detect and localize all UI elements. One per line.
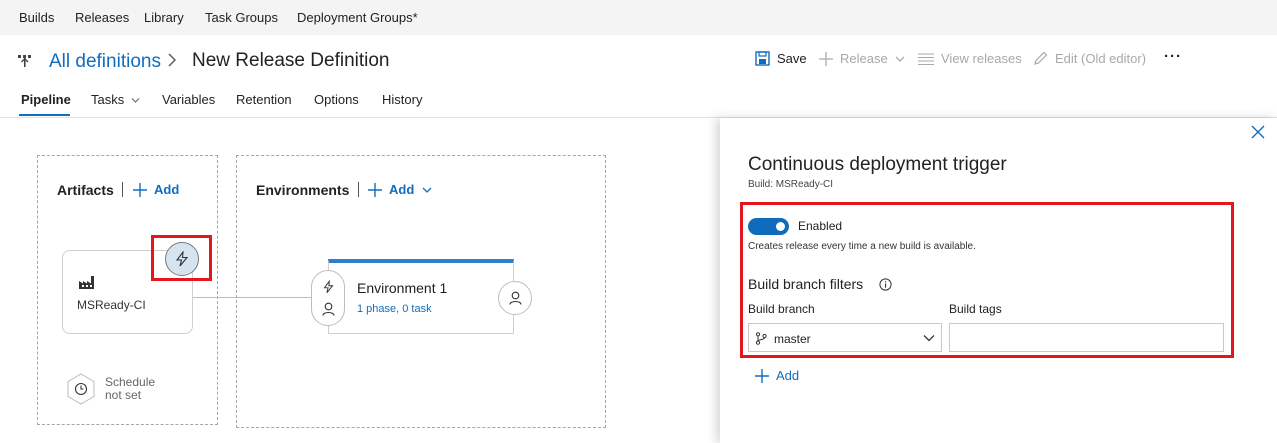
tab-retention[interactable]: Retention	[236, 92, 292, 107]
build-factory-icon	[79, 276, 94, 289]
branch-filters-title: Build branch filters	[748, 276, 864, 292]
add-environment-button[interactable]: Add	[368, 182, 439, 197]
release-button[interactable]: Release	[819, 51, 905, 66]
divider	[122, 182, 123, 197]
chevron-down-icon	[895, 56, 905, 62]
panel-title: Continuous deployment trigger	[748, 154, 1007, 175]
build-branch-label: Build branch	[748, 302, 815, 316]
environment-name: Environment 1	[357, 280, 448, 296]
release-pipeline-icon	[18, 55, 31, 67]
user-approval-icon	[322, 302, 335, 316]
lightning-trigger-icon	[175, 251, 189, 267]
git-branch-icon	[755, 332, 767, 345]
nav-task-groups[interactable]: Task Groups	[205, 10, 278, 25]
list-icon	[918, 52, 934, 65]
post-deployment-conditions-button[interactable]	[498, 281, 532, 315]
add-artifact-button[interactable]: Add	[133, 182, 179, 197]
panel-subtitle: Build: MSReady-CI	[748, 179, 834, 190]
add-environment-label: Add	[389, 182, 415, 197]
edit-old-editor-button[interactable]: Edit (Old editor)	[1033, 51, 1146, 66]
more-icon: ···	[1164, 48, 1182, 65]
toggle-knob	[776, 222, 785, 231]
tab-tasks[interactable]: Tasks	[91, 92, 140, 107]
plus-icon	[755, 368, 769, 383]
save-button[interactable]: Save	[755, 51, 807, 66]
user-approval-icon	[508, 291, 522, 305]
nav-library[interactable]: Library	[144, 10, 184, 25]
tab-variables[interactable]: Variables	[162, 92, 215, 107]
edit-old-editor-label: Edit (Old editor)	[1055, 51, 1147, 66]
plus-icon	[133, 182, 147, 197]
schedule-icon[interactable]	[66, 373, 96, 405]
tab-history[interactable]: History	[382, 92, 422, 107]
environment-card[interactable]	[328, 259, 514, 334]
build-tags-label: Build tags	[949, 302, 1002, 316]
plus-icon	[819, 51, 833, 66]
enabled-description: Creates release every time a new build i…	[748, 241, 976, 252]
schedule-status[interactable]: Schedule not set	[105, 376, 175, 402]
view-releases-label: View releases	[941, 51, 1022, 66]
pre-deployment-conditions-button[interactable]	[311, 270, 345, 326]
nav-deployment-groups[interactable]: Deployment Groups*	[297, 10, 418, 25]
chevron-down-icon	[131, 98, 140, 103]
more-actions-button[interactable]: ···	[1164, 48, 1182, 65]
environments-title: Environments	[256, 182, 350, 198]
nav-releases[interactable]: Releases	[75, 10, 129, 25]
divider	[358, 182, 359, 197]
pencil-icon	[1034, 51, 1048, 65]
build-tags-input[interactable]	[949, 323, 1224, 352]
close-icon[interactable]	[1251, 125, 1265, 139]
info-icon[interactable]	[879, 278, 892, 291]
add-artifact-label: Add	[154, 182, 180, 197]
artifacts-title: Artifacts	[57, 182, 114, 198]
chevron-down-icon	[923, 335, 935, 342]
environment-summary-link[interactable]: 1 phase, 0 task	[357, 303, 432, 315]
release-label: Release	[840, 51, 888, 66]
active-tab-indicator	[19, 114, 70, 116]
tab-options[interactable]: Options	[314, 92, 359, 107]
breadcrumb-all-definitions[interactable]: All definitions	[49, 51, 161, 73]
nav-builds[interactable]: Builds	[19, 10, 54, 25]
save-label: Save	[777, 51, 807, 66]
build-branch-select[interactable]: master	[748, 323, 942, 352]
chevron-down-icon	[422, 187, 432, 193]
artifact-name: MSReady-CI	[77, 298, 146, 312]
build-branch-value: master	[774, 332, 811, 346]
lightning-trigger-icon	[323, 280, 334, 293]
continuous-deployment-trigger-button[interactable]	[165, 242, 199, 276]
chevron-right-icon	[168, 53, 176, 67]
top-nav: Builds Releases Library Task Groups Depl…	[0, 0, 1277, 35]
add-branch-filter-label: Add	[776, 368, 800, 383]
plus-icon	[368, 182, 382, 197]
save-icon	[755, 51, 770, 66]
view-releases-button[interactable]: View releases	[918, 51, 1022, 66]
enabled-toggle[interactable]	[748, 218, 789, 235]
tab-pipeline[interactable]: Pipeline	[21, 92, 71, 107]
page-title: New Release Definition	[192, 50, 390, 71]
tab-tasks-label: Tasks	[91, 92, 125, 107]
enabled-label: Enabled	[798, 219, 843, 233]
add-branch-filter-button[interactable]: Add	[755, 368, 799, 383]
